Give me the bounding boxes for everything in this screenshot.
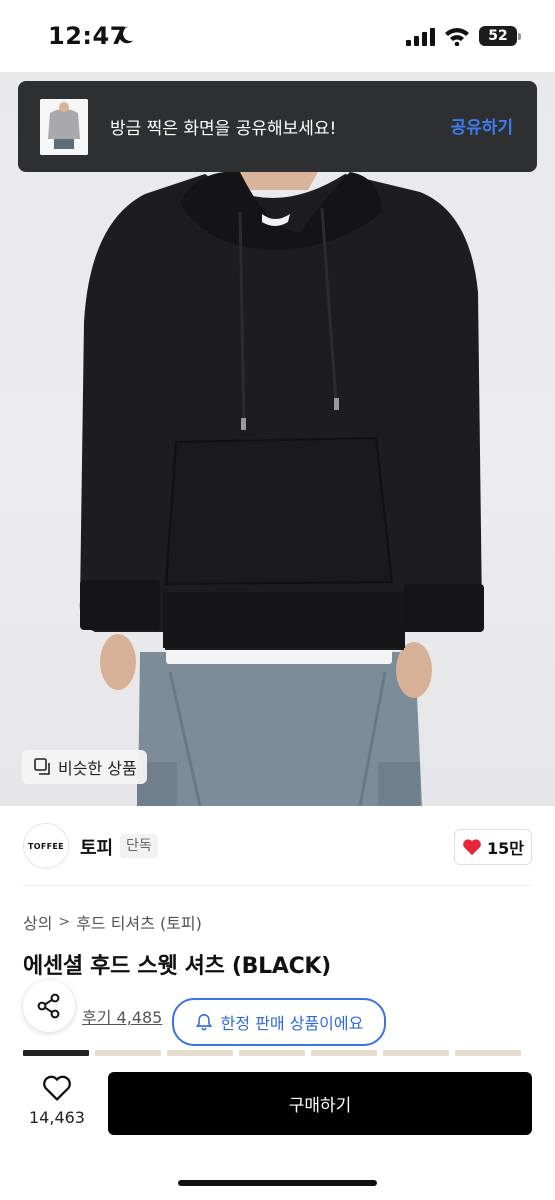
wishlist-button[interactable]: 14,463 [26,1074,88,1127]
brand-like-count: 15만 [487,839,524,858]
wishlist-count: 14,463 [29,1108,85,1127]
seller-logo-text: TOFFEE [28,841,64,851]
similar-icon [34,758,50,775]
similar-products-label: 비슷한 상품 [58,759,137,778]
screenshot-thumbnail [40,99,88,155]
brand-like-button[interactable]: 15만 [454,829,532,865]
limited-sale-label: 한정 판매 상품이에요 [220,1014,364,1033]
review-link[interactable]: 후기 4,485 [82,1004,162,1028]
bell-icon [195,1014,213,1031]
wifi-icon [445,28,469,46]
divider [23,885,531,886]
toast-message: 방금 찍은 화면을 공유해보세요! [110,119,337,139]
heart-outline-icon [43,1075,71,1101]
battery-icon: 52 [479,26,521,46]
seller-row[interactable]: TOFFEE 토피 단독 15만 [0,806,555,886]
home-indicator [178,1180,377,1186]
exclusive-badge: 단독 [120,834,158,858]
share-button[interactable] [23,980,75,1032]
bottom-action-bar: 14,463 구매하기 [0,1056,555,1200]
share-icon [37,993,60,1019]
product-photo [79,171,484,806]
breadcrumb-separator: > [58,914,71,930]
signal-icon [406,28,435,46]
seller-logo[interactable]: TOFFEE [23,823,69,869]
heart-filled-icon [463,839,481,856]
product-title: 에센셜 후드 스웻 셔츠 (BLACK) [23,954,331,979]
share-toast: 방금 찍은 화면을 공유해보세요! 공유하기 [18,81,537,172]
seller-name[interactable]: 토피 [80,834,113,860]
battery-level: 52 [488,28,508,44]
breadcrumb-category[interactable]: 상의 [23,910,52,934]
limited-sale-notice: 한정 판매 상품이에요 [172,998,386,1046]
breadcrumb-subcategory[interactable]: 후드 티셔츠 (토피) [76,910,202,934]
product-image[interactable]: 비슷한 상품 [0,72,555,806]
moon-icon [118,26,134,44]
similar-products-button[interactable]: 비슷한 상품 [22,750,147,784]
share-now-button[interactable]: 공유하기 [450,113,513,138]
status-bar: 12:47 52 [0,0,555,72]
breadcrumb: 상의 > 후드 티셔츠 (토피) [23,910,202,934]
buy-button[interactable]: 구매하기 [108,1072,532,1135]
